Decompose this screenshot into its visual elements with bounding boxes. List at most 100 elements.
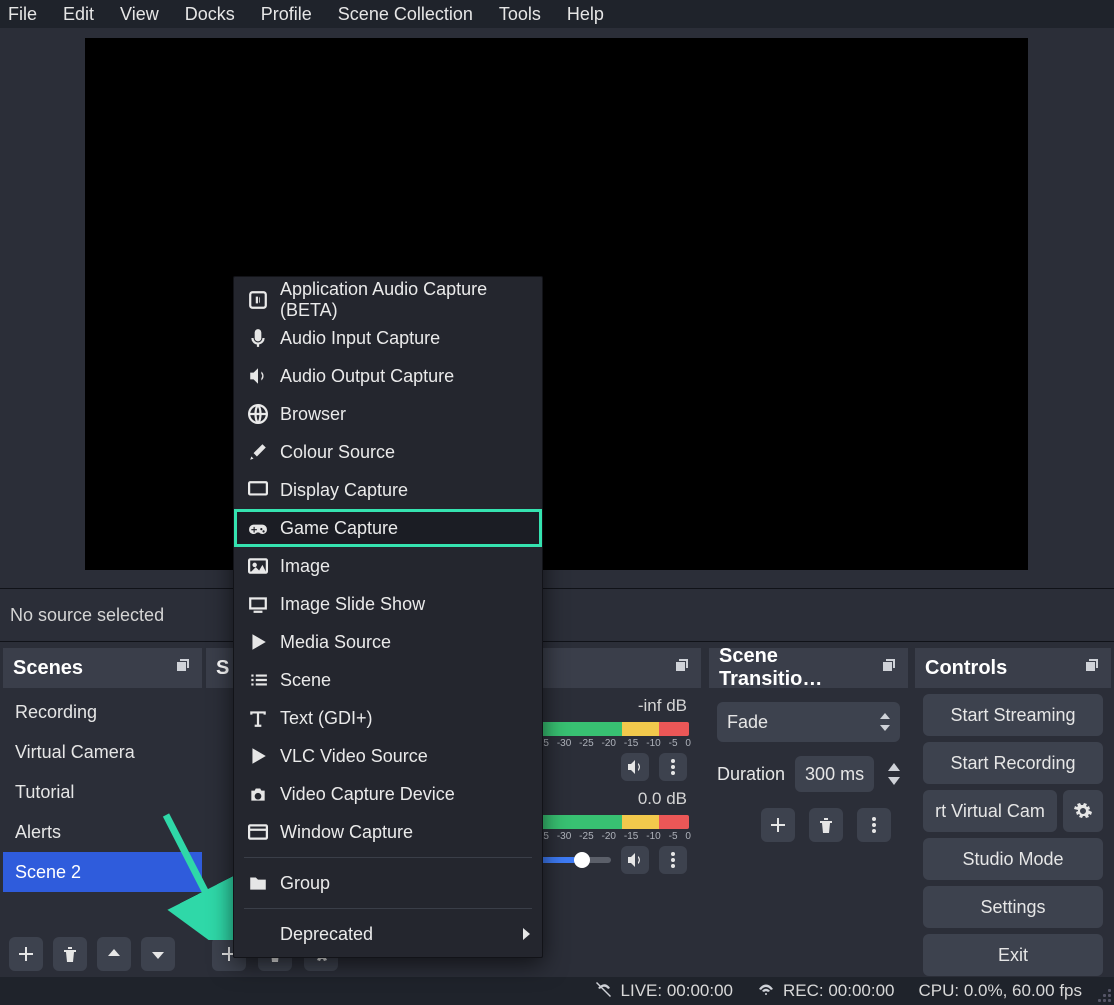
undock-icon[interactable]	[673, 656, 691, 680]
volume-slider-2[interactable]	[540, 857, 611, 863]
scene-list: Recording Virtual Camera Tutorial Alerts…	[3, 688, 202, 892]
ctx-item-text-gdi[interactable]: Text (GDI+)	[234, 699, 542, 737]
mixer-channel-2: 0.0 dB -5-30-25-20-15-10-50	[540, 781, 701, 874]
mixer-meter-2	[540, 815, 689, 829]
ctx-item-video-capture-device[interactable]: Video Capture Device	[234, 775, 542, 813]
start-virtual-cam-button[interactable]: rt Virtual Cam	[923, 790, 1057, 832]
ctx-item-scene[interactable]: Scene	[234, 661, 542, 699]
mixer-meter-1	[540, 722, 689, 736]
ctx-item-label: Video Capture Device	[280, 784, 455, 805]
ctx-item-label: Audio Output Capture	[280, 366, 454, 387]
add-transition-button[interactable]	[761, 808, 795, 842]
status-record: REC: 00:00:00	[757, 980, 895, 1003]
menu-help[interactable]: Help	[567, 4, 604, 25]
ctx-item-browser[interactable]: Browser	[234, 395, 542, 433]
ctx-item-label: Audio Input Capture	[280, 328, 440, 349]
scene-move-up-button[interactable]	[97, 937, 131, 971]
controls-dock: Controls Start Streaming Start Recording…	[915, 648, 1111, 977]
virtual-cam-settings-button[interactable]	[1063, 790, 1103, 832]
menu-edit[interactable]: Edit	[63, 4, 94, 25]
exit-button[interactable]: Exit	[923, 934, 1103, 976]
ctx-item-display-capture[interactable]: Display Capture	[234, 471, 542, 509]
play-icon	[248, 632, 268, 652]
ctx-item-game-capture[interactable]: Game Capture	[234, 509, 542, 547]
gamepad-icon	[248, 518, 268, 538]
ctx-item-label: Window Capture	[280, 822, 413, 843]
camera-icon	[248, 784, 268, 804]
menu-bar: File Edit View Docks Profile Scene Colle…	[0, 0, 1114, 28]
mute-button-2[interactable]	[621, 846, 649, 874]
ctx-item-audio-input-capture[interactable]: Audio Input Capture	[234, 319, 542, 357]
controls-title: Controls	[925, 657, 1007, 680]
ctx-item-deprecated[interactable]: Deprecated	[234, 915, 542, 953]
ctx-item-label: Text (GDI+)	[280, 708, 373, 729]
ctx-item-colour-source[interactable]: Colour Source	[234, 433, 542, 471]
ctx-item-image-slide-show[interactable]: Image Slide Show	[234, 585, 542, 623]
ctx-item-label: Browser	[280, 404, 346, 425]
menu-profile[interactable]: Profile	[261, 4, 312, 25]
ctx-item-label: Group	[280, 873, 330, 894]
ctx-item-application-audio-capture-beta[interactable]: Application Audio Capture (BETA)	[234, 281, 542, 319]
ctx-item-vlc-video-source[interactable]: VLC Video Source	[234, 737, 542, 775]
ctx-item-media-source[interactable]: Media Source	[234, 623, 542, 661]
undock-icon[interactable]	[880, 656, 898, 680]
transition-select[interactable]: Fade	[717, 702, 900, 742]
scene-transitions-dock: Scene Transitio… Fade Duration 300 ms	[709, 648, 908, 977]
ctx-item-group[interactable]: Group	[234, 864, 542, 902]
scene-item-recording[interactable]: Recording	[3, 692, 202, 732]
globe-icon	[248, 404, 268, 424]
preview-canvas[interactable]	[85, 38, 1028, 570]
mute-button-1[interactable]	[621, 753, 649, 781]
monitor-icon	[248, 480, 268, 500]
scene-item-tutorial[interactable]: Tutorial	[3, 772, 202, 812]
signal-icon	[757, 980, 775, 1003]
blank-icon	[248, 924, 268, 944]
menu-docks[interactable]: Docks	[185, 4, 235, 25]
ctx-item-label: Scene	[280, 670, 331, 691]
menu-view[interactable]: View	[120, 4, 159, 25]
mixer-options-2[interactable]	[659, 846, 687, 874]
scene-item-scene-2[interactable]: Scene 2	[3, 852, 202, 892]
start-recording-button[interactable]: Start Recording	[923, 742, 1103, 784]
mixer-ticks: -5-30-25-20-15-10-50	[540, 831, 691, 842]
speaker-out-icon	[248, 366, 268, 386]
add-scene-button[interactable]	[9, 937, 43, 971]
duration-stepper[interactable]	[888, 763, 900, 785]
app-audio-icon	[248, 290, 268, 310]
transition-selected: Fade	[727, 712, 768, 733]
remove-scene-button[interactable]	[53, 937, 87, 971]
remove-transition-button[interactable]	[809, 808, 843, 842]
scene-item-alerts[interactable]: Alerts	[3, 812, 202, 852]
no-source-label: No source selected	[10, 605, 164, 626]
ctx-item-label: Colour Source	[280, 442, 395, 463]
ctx-item-label: Media Source	[280, 632, 391, 653]
transition-properties-button[interactable]	[857, 808, 891, 842]
duration-input[interactable]: 300 ms	[795, 756, 874, 792]
mixer-options-1[interactable]	[659, 753, 687, 781]
resize-grip[interactable]	[1097, 988, 1111, 1002]
menu-tools[interactable]: Tools	[499, 4, 541, 25]
undock-icon[interactable]	[174, 656, 192, 680]
ctx-item-image[interactable]: Image	[234, 547, 542, 585]
menu-file[interactable]: File	[8, 4, 37, 25]
studio-mode-button[interactable]: Studio Mode	[923, 838, 1103, 880]
status-cpu: CPU: 0.0%, 60.00 fps	[919, 981, 1082, 1001]
scene-move-down-button[interactable]	[141, 937, 175, 971]
menu-scene-collection[interactable]: Scene Collection	[338, 4, 473, 25]
settings-button[interactable]: Settings	[923, 886, 1103, 928]
undock-icon[interactable]	[1083, 656, 1101, 680]
start-streaming-button[interactable]: Start Streaming	[923, 694, 1103, 736]
play-icon	[248, 746, 268, 766]
brush-icon	[248, 442, 268, 462]
status-live: LIVE: 00:00:00	[621, 981, 733, 1001]
scenes-title: Scenes	[13, 657, 83, 680]
ctx-item-label: Deprecated	[280, 924, 373, 945]
mic-icon	[248, 328, 268, 348]
status-rec: REC: 00:00:00	[783, 981, 895, 1001]
ctx-item-label: Display Capture	[280, 480, 408, 501]
scene-item-virtual-camera[interactable]: Virtual Camera	[3, 732, 202, 772]
mixer-channel-1: -inf dB -5-30-25-20-15-10-50	[540, 688, 701, 781]
folder-icon	[248, 873, 268, 893]
ctx-item-window-capture[interactable]: Window Capture	[234, 813, 542, 851]
ctx-item-audio-output-capture[interactable]: Audio Output Capture	[234, 357, 542, 395]
